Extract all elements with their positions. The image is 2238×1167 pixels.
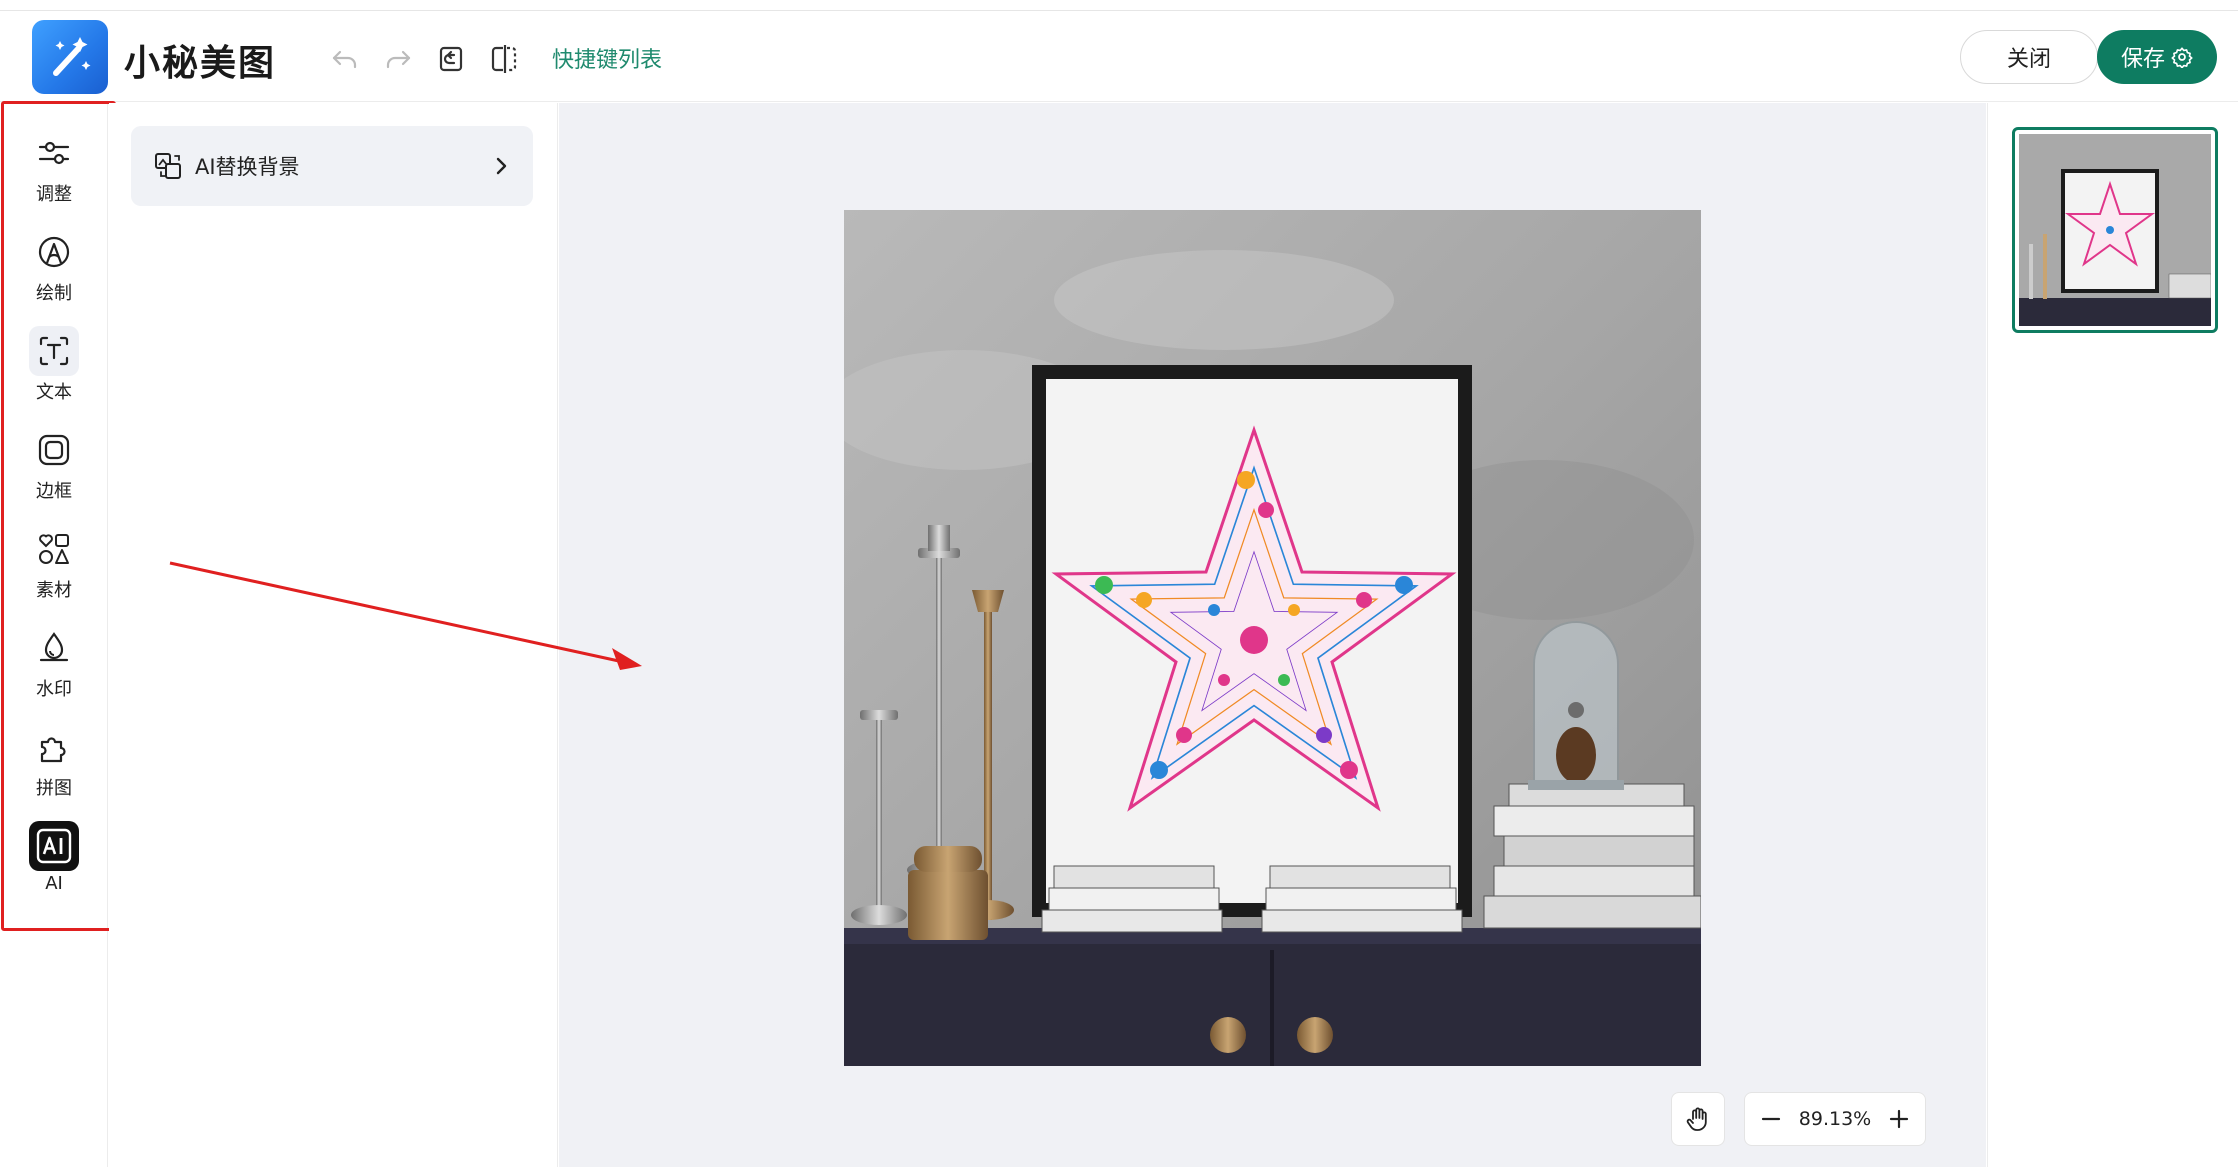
zoom-control: 89.13%	[1744, 1092, 1926, 1146]
tool-watermark[interactable]: 水印	[12, 623, 96, 713]
zoom-level: 89.13%	[1798, 1108, 1872, 1130]
photo-illustration	[844, 210, 1701, 1066]
undo-icon	[332, 50, 357, 69]
thumbnail-image	[2019, 134, 2212, 326]
tool-adjust[interactable]: 调整	[12, 128, 96, 218]
app-title: 小秘美图	[124, 43, 277, 84]
gear-icon[interactable]	[2171, 46, 2193, 68]
compare-icon	[491, 45, 517, 73]
shapes-icon	[29, 524, 79, 574]
tool-text[interactable]: 文本	[12, 326, 96, 416]
app-logo	[32, 20, 108, 94]
draw-icon	[29, 227, 79, 277]
tool-label: 调整	[36, 184, 72, 205]
close-button[interactable]: 关闭	[1960, 30, 2098, 84]
compare-button[interactable]	[485, 40, 523, 78]
pan-hand-button[interactable]	[1671, 1092, 1725, 1146]
redo-button[interactable]	[379, 40, 417, 78]
redo-icon	[386, 50, 411, 69]
save-label: 保存	[2120, 47, 2165, 72]
left-toolbar: 调整 绘制 文本 边框 素材 水印 拼图 AI	[0, 103, 108, 1167]
edited-image[interactable]	[844, 210, 1701, 1066]
puzzle-icon	[29, 722, 79, 772]
undo-button[interactable]	[326, 40, 364, 78]
tool-ai[interactable]: AI	[12, 821, 96, 911]
frame-icon	[29, 425, 79, 475]
tool-label: 拼图	[36, 778, 72, 799]
zoom-out-icon[interactable]	[1759, 1107, 1783, 1131]
tool-collage[interactable]: 拼图	[12, 722, 96, 812]
hand-icon	[1686, 1107, 1707, 1131]
tool-label: 绘制	[36, 283, 72, 304]
shortcut-list-link[interactable]: 快捷键列表	[552, 42, 662, 74]
magic-wand-icon	[53, 37, 91, 76]
tool-draw[interactable]: 绘制	[12, 227, 96, 317]
tool-label: 文本	[36, 382, 72, 403]
chevron-right-icon	[496, 157, 507, 175]
thumbnail-panel	[1987, 103, 2238, 1167]
tool-label: 水印	[36, 679, 72, 700]
tool-frame[interactable]: 边框	[12, 425, 96, 515]
top-border	[0, 0, 2238, 11]
sliders-icon	[29, 128, 79, 178]
ai-icon	[29, 821, 79, 871]
zoom-in-icon[interactable]	[1887, 1107, 1911, 1131]
reset-button[interactable]	[432, 40, 470, 78]
panel-item-label: AI替换背景	[195, 155, 300, 179]
watermark-icon	[29, 623, 79, 673]
replace-background-icon	[155, 153, 181, 179]
app-root: 小秘美图 快捷键列表 关闭 保存 调整 绘制 文本 边框 素材 水印 拼图 AI…	[0, 0, 2238, 1167]
text-icon	[29, 326, 79, 376]
save-button[interactable]: 保存	[2097, 30, 2217, 84]
ai-replace-background-item[interactable]: AI替换背景	[131, 126, 533, 206]
tool-label: 素材	[36, 580, 72, 601]
header: 小秘美图 快捷键列表 关闭 保存	[0, 12, 2238, 102]
tool-materials[interactable]: 素材	[12, 524, 96, 614]
tool-panel: AI替换背景	[109, 103, 558, 1167]
reset-icon	[439, 46, 463, 72]
tool-label: 边框	[36, 481, 72, 502]
image-thumbnail[interactable]	[2012, 127, 2218, 333]
tool-label: AI	[45, 873, 63, 894]
